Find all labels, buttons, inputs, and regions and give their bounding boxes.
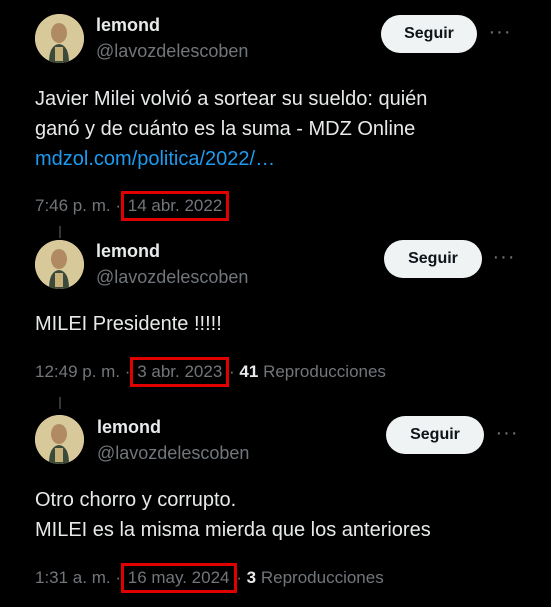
user-handle[interactable]: @lavozdelescoben bbox=[97, 443, 249, 464]
avatar[interactable] bbox=[35, 415, 84, 464]
display-name[interactable]: lemond bbox=[97, 417, 161, 438]
tweet-time[interactable]: 1:31 a. m. bbox=[35, 568, 111, 587]
views-count: 3 bbox=[246, 568, 257, 587]
tweet-text-line: MILEI es la misma mierda que los anterio… bbox=[35, 519, 431, 541]
follow-button[interactable]: Seguir bbox=[386, 416, 484, 454]
views-label: Reproducciones bbox=[260, 568, 384, 587]
more-horizontal-icon[interactable]: ··· bbox=[495, 423, 519, 446]
tweet-text: Otro chorro y corrupto. MILEI es la mism… bbox=[35, 485, 535, 545]
tweet-text-line: Otro chorro y corrupto. bbox=[35, 489, 237, 511]
meta-separator: · bbox=[236, 568, 242, 587]
tweet-meta: 1:31 a. m. · 16 may. 2024 · 3 Reproducci… bbox=[35, 563, 384, 593]
meta-separator: · bbox=[115, 568, 122, 587]
portrait-image bbox=[35, 415, 84, 464]
tweet-date[interactable]: 16 may. 2024 bbox=[120, 563, 237, 593]
tweet[interactable]: lemond @lavozdelescoben Seguir ··· Otro … bbox=[0, 0, 551, 607]
